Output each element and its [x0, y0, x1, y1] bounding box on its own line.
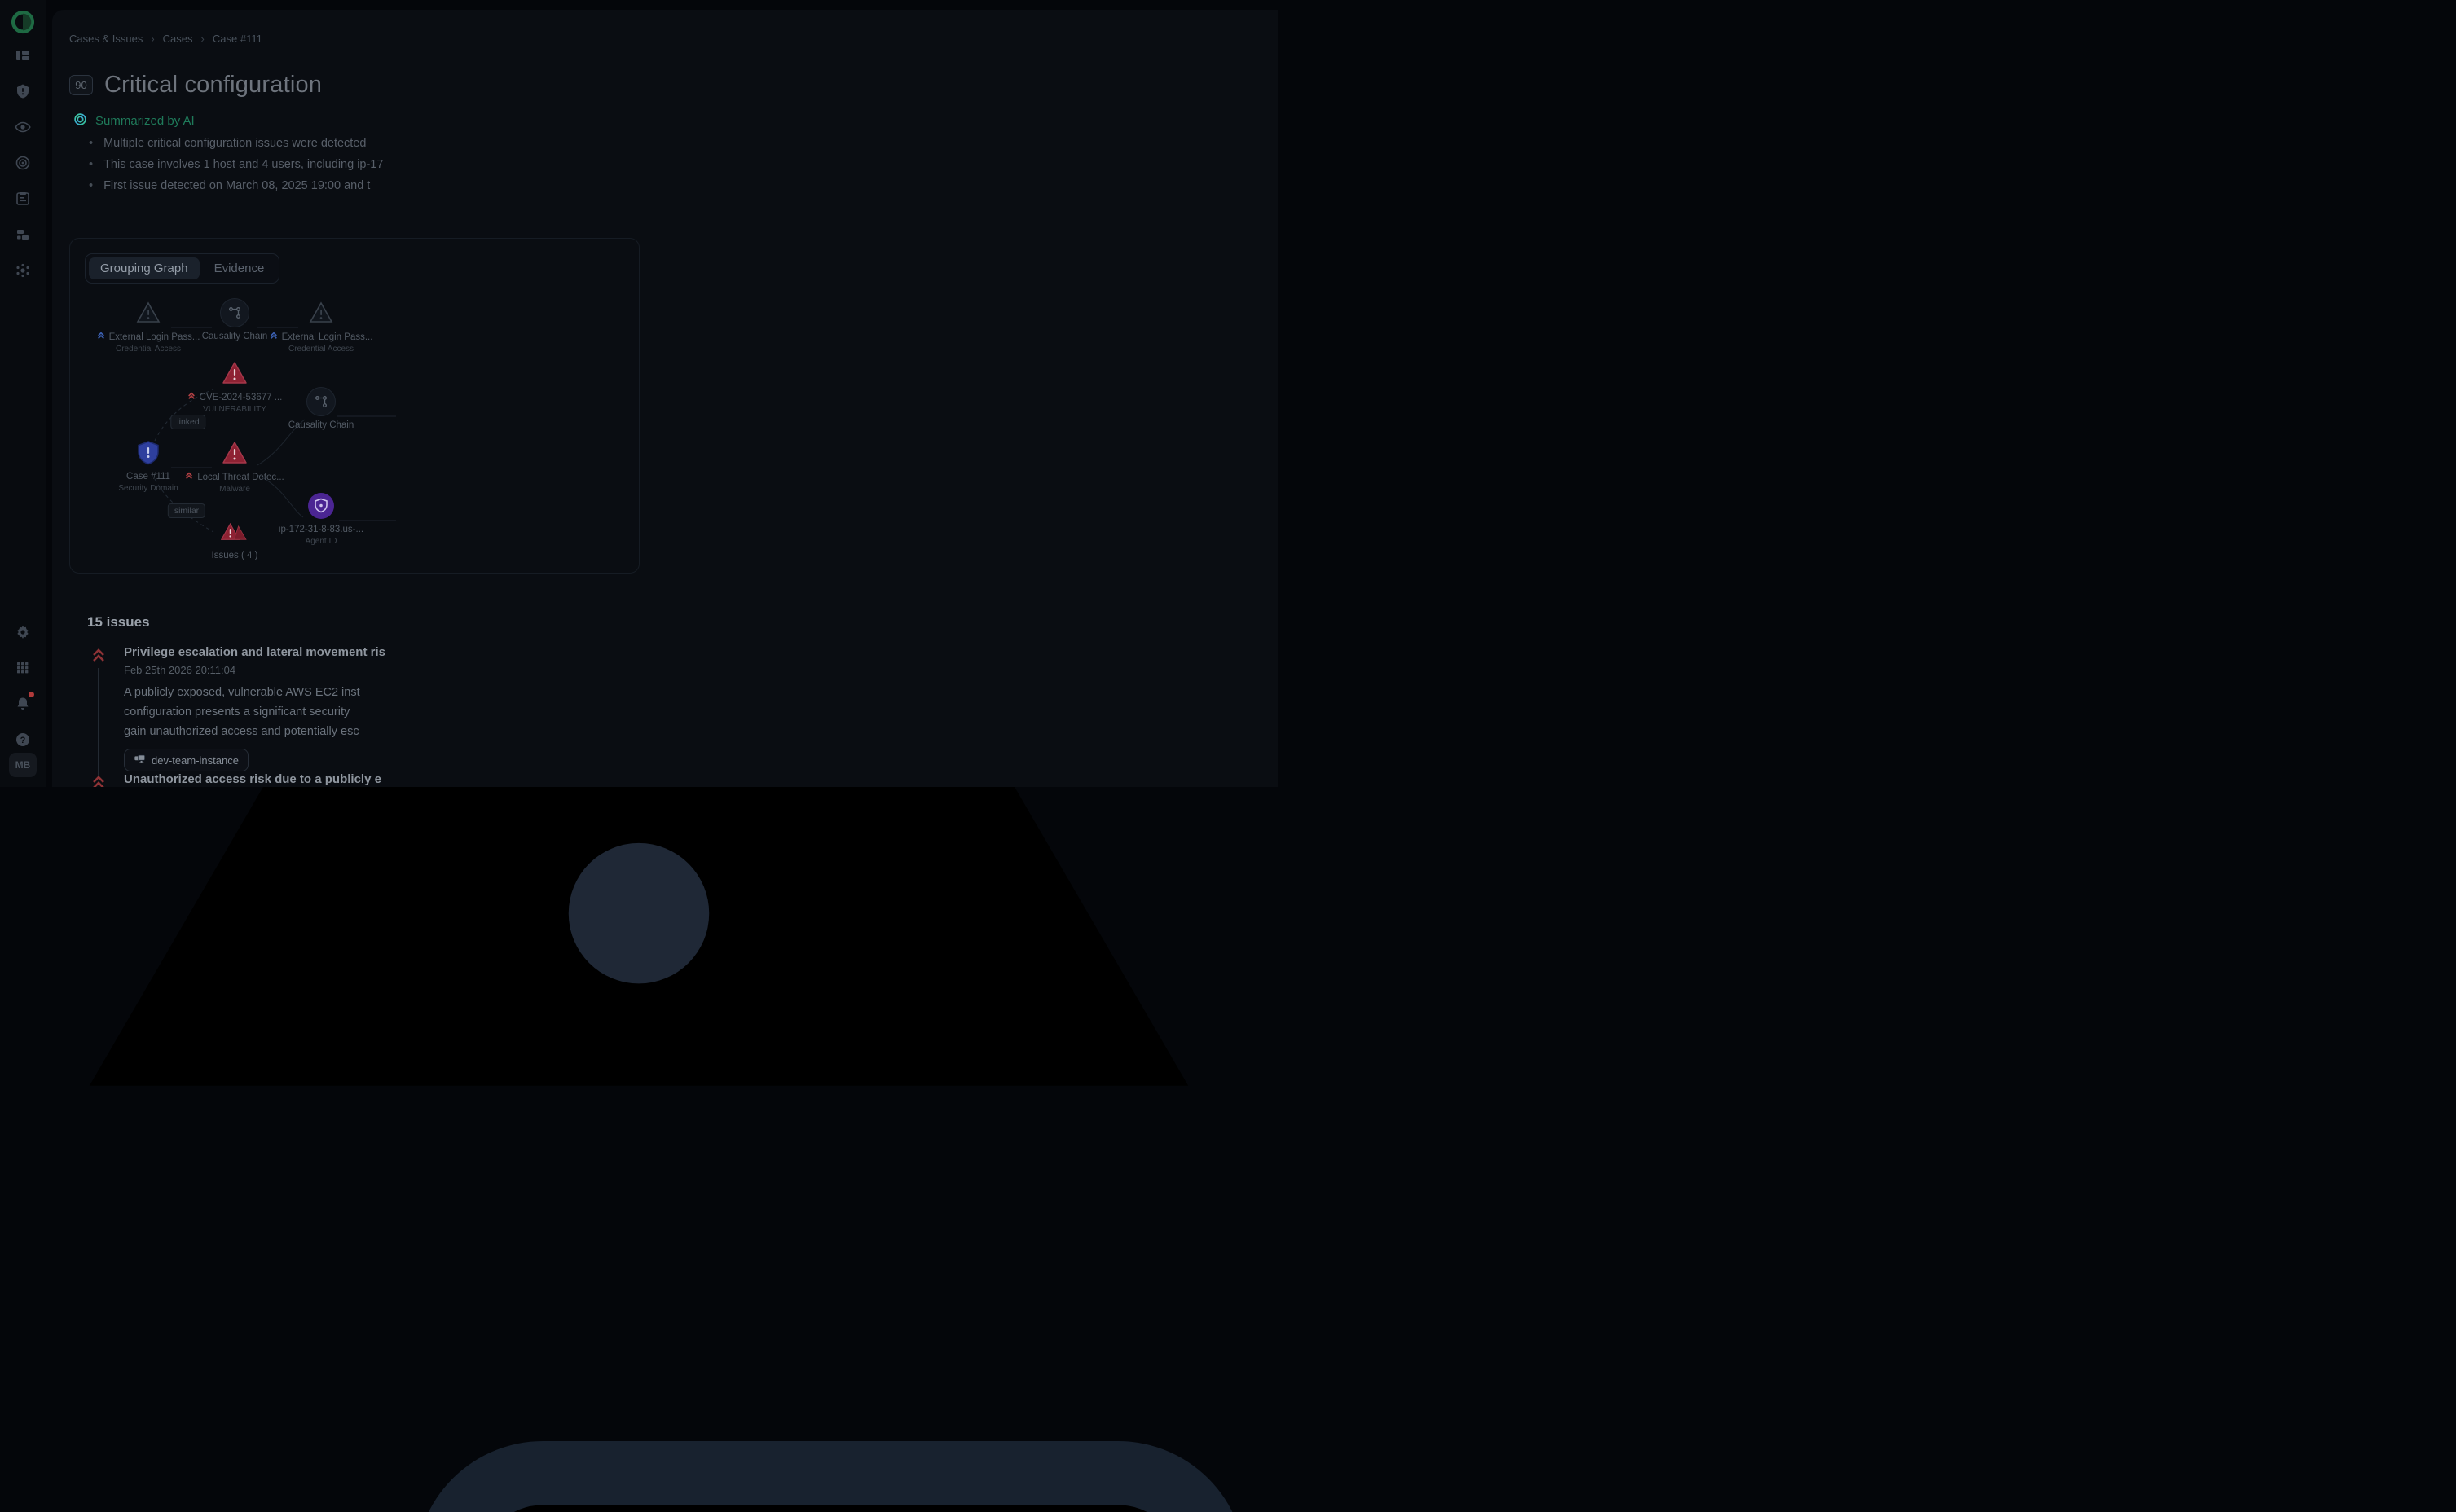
graph-node-sublabel: Security Domain	[118, 484, 178, 493]
graph-node-sublabel: Credential Access	[288, 345, 354, 354]
graph-tab-group: Grouping GraphEvidence	[85, 253, 279, 284]
severity-chevrons-icon	[187, 392, 196, 402]
edge-label: linked	[170, 415, 205, 429]
sidebar-gear-icon[interactable]	[13, 622, 33, 642]
graph-node-sublabel: Malware	[219, 485, 250, 494]
issue-description: A publicly exposed, vulnerable AWS EC2 i…	[124, 683, 612, 741]
grouping-graph-card: Grouping GraphEvidence External Login Pa…	[69, 238, 640, 574]
chain-icon	[220, 298, 249, 327]
warning-outline-icon	[307, 298, 335, 327]
sidebar-org-icon[interactable]	[13, 225, 33, 244]
left-sidebar: ? MB	[0, 0, 46, 787]
case-title: Critical configuration	[104, 72, 322, 99]
sidebar-eye-icon[interactable]	[13, 117, 33, 137]
graph-node-label: Local Threat Detec...	[185, 472, 284, 482]
graph-node[interactable]: Issues ( 4 )	[174, 517, 296, 560]
issue-title: Unauthorized access risk due to a public…	[124, 772, 612, 786]
sidebar-bell-icon[interactable]	[13, 694, 33, 714]
ai-summary-bullet: •This case involves 1 host and 4 users, …	[89, 154, 594, 175]
alert-red-double-icon	[221, 517, 249, 547]
issue-title: Privilege escalation and lateral movemen…	[124, 645, 612, 659]
graph-node-sublabel: Credential Access	[116, 345, 181, 354]
issues-count: 15 issues	[87, 614, 150, 631]
severity-chevrons-icon	[185, 472, 193, 482]
graph-node-sublabel: Agent ID	[306, 537, 337, 546]
ai-summary-bullet: •First issue detected on March 08, 2025 …	[89, 175, 594, 196]
severity-chevrons-icon	[97, 332, 105, 342]
edge-label: similar	[168, 503, 205, 518]
case-page-background: Cases & Issues › Cases › Case #111 90 Critic…	[52, 10, 1278, 787]
user-avatar[interactable]: MB	[9, 753, 37, 777]
severity-chevrons-icon	[90, 774, 107, 787]
chain-icon	[306, 387, 336, 416]
ai-summary-bullet: •Multiple critical configuration issues …	[89, 133, 594, 154]
sidebar-hive-icon[interactable]	[13, 261, 33, 280]
alert-red-icon	[221, 358, 249, 388]
shield-agent-icon	[307, 491, 335, 521]
graph-node-label: Causality Chain	[288, 420, 354, 430]
breadcrumb-item[interactable]: Case #111	[213, 33, 262, 45]
warning-outline-icon	[134, 298, 162, 327]
ai-summary-label: Summarized by AI	[73, 112, 195, 130]
issue-connector-line	[98, 668, 99, 776]
ai-rings-icon	[73, 112, 87, 130]
graph-node[interactable]: External Login Pass... Credential Access	[260, 298, 382, 354]
gem-logo-icon	[11, 10, 35, 34]
issue-item[interactable]: Unauthorized access risk due to a public…	[90, 772, 612, 786]
issue-item[interactable]: Privilege escalation and lateral movemen…	[90, 645, 612, 771]
monitor-icon	[134, 754, 146, 767]
graph-node-label: Issues ( 4 )	[212, 551, 258, 560]
breadcrumb: Cases & Issues › Cases › Case #111	[69, 33, 262, 45]
breadcrumb-item[interactable]: Cases & Issues	[69, 33, 143, 45]
notification-dot	[29, 692, 34, 697]
sidebar-target-icon[interactable]	[13, 153, 33, 173]
risk-score-badge: 90	[69, 75, 93, 95]
sidebar-shield-alert-icon[interactable]	[13, 81, 33, 101]
svg-text:?: ?	[20, 736, 26, 745]
graph-tab[interactable]: Grouping Graph	[89, 257, 200, 279]
graph-node-label: Case #111	[126, 472, 170, 481]
asset-chip[interactable]: dev-team-instance	[124, 749, 249, 771]
sidebar-help-icon[interactable]: ?	[13, 730, 33, 749]
sidebar-boards-icon[interactable]	[13, 46, 33, 65]
app-root: ? MB Cases & Issues › Cases › Case #111 90 C…	[0, 0, 1278, 787]
severity-chevrons-icon	[90, 647, 107, 663]
breadcrumb-separator: ›	[201, 33, 205, 45]
graph-node-label: External Login Pass...	[270, 332, 373, 342]
rail-monitor-icon[interactable]	[0, 1281, 1278, 1512]
shield-case-icon	[134, 438, 162, 468]
sidebar-clipboard-icon[interactable]	[13, 189, 33, 209]
alert-red-icon	[221, 438, 249, 468]
sidebar-grid-icon[interactable]	[13, 658, 33, 678]
issue-timestamp: Feb 25th 2026 20:11:04	[124, 664, 612, 676]
graph-node[interactable]: Local Threat Detec... Malware	[174, 438, 296, 494]
graph-tab[interactable]: Evidence	[203, 257, 276, 279]
breadcrumb-item[interactable]: Cases	[163, 33, 193, 45]
breadcrumb-separator: ›	[151, 33, 154, 45]
graph-node-sublabel: VULNERABILITY	[203, 405, 266, 414]
severity-chevrons-icon	[270, 332, 278, 342]
graph-node[interactable]: Causality Chain	[260, 387, 382, 430]
graph-node-label: Causality Chain	[202, 332, 268, 341]
